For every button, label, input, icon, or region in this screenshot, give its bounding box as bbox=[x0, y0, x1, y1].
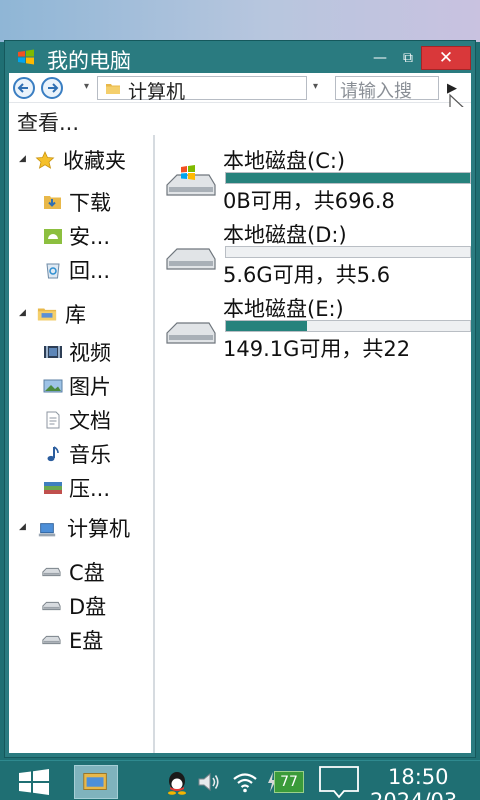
drive-icon bbox=[42, 567, 61, 577]
sidebar-item-recycle-bin[interactable]: 回... bbox=[9, 255, 153, 285]
sidebar-item-label: 回... bbox=[69, 259, 111, 283]
sidebar-item-favorites[interactable]: ◢ 收藏夹 bbox=[9, 145, 153, 175]
sidebar-item-label: 文档 bbox=[69, 409, 111, 433]
sidebar-item-drive-c[interactable]: C盘 bbox=[9, 557, 153, 587]
drive-icon bbox=[166, 248, 216, 270]
sidebar-item-documents[interactable]: 文档 bbox=[9, 405, 153, 435]
explorer-window: 我的电脑 — ⧉ ✕ ▾ 计算机 ▾ 请输入搜 ▶ 查看... ◢ 收藏夹 下载… bbox=[4, 40, 476, 758]
search-input[interactable]: 请输入搜 bbox=[335, 76, 439, 100]
sidebar-item-label: 视频 bbox=[69, 341, 111, 365]
toolbar: 查看... bbox=[9, 107, 471, 135]
drive-name: 本地磁盘(E:) bbox=[223, 297, 344, 321]
usage-bar bbox=[225, 172, 471, 184]
notification-icon[interactable] bbox=[318, 765, 360, 799]
document-icon bbox=[46, 411, 60, 429]
drive-icon bbox=[166, 322, 216, 344]
star-icon bbox=[35, 151, 55, 169]
sidebar-item-label: 收藏夹 bbox=[63, 149, 126, 173]
forward-arrow-icon bbox=[48, 83, 59, 93]
sidebar-item-library[interactable]: ◢ 库 bbox=[9, 299, 153, 329]
library-folder-icon bbox=[37, 308, 57, 321]
sidebar-item-label: 计算机 bbox=[67, 517, 130, 541]
sidebar-item-computer[interactable]: ◢ 计算机 bbox=[9, 513, 153, 549]
address-row: ▾ 计算机 ▾ 请输入搜 ▶ bbox=[9, 73, 471, 120]
windows-logo-icon bbox=[18, 49, 34, 65]
back-arrow-icon bbox=[17, 83, 28, 93]
window-title: 我的电脑 bbox=[47, 49, 131, 73]
search-placeholder: 请输入搜 bbox=[340, 81, 412, 100]
recycle-bin-icon bbox=[46, 263, 60, 279]
sidebar-item-android[interactable]: 安... bbox=[9, 221, 153, 251]
sidebar-item-drive-d[interactable]: D盘 bbox=[9, 591, 153, 621]
volume-icon[interactable] bbox=[196, 769, 222, 795]
computer-icon bbox=[38, 523, 56, 537]
expand-arrow-icon[interactable]: ◢ bbox=[19, 154, 26, 164]
drive-c[interactable]: 本地磁盘(C:) 0B可用，共696.8 bbox=[157, 145, 471, 219]
drive-icon bbox=[42, 601, 61, 611]
sidebar-item-pictures[interactable]: 图片 bbox=[9, 371, 153, 401]
usage-fill bbox=[226, 173, 470, 183]
usage-bar bbox=[225, 320, 471, 332]
video-icon bbox=[44, 346, 62, 358]
expand-arrow-icon[interactable]: ◢ bbox=[19, 308, 26, 318]
picture-icon bbox=[43, 379, 63, 393]
title-bar[interactable]: 我的电脑 — ⧉ ✕ bbox=[5, 41, 475, 73]
sidebar-item-label: 图片 bbox=[69, 375, 111, 399]
system-drive-icon bbox=[166, 165, 216, 196]
address-path: 计算机 bbox=[128, 81, 186, 103]
drive-name: 本地磁盘(C:) bbox=[223, 149, 346, 173]
sidebar-item-downloads[interactable]: 下载 bbox=[9, 187, 153, 217]
maximize-button[interactable]: ⧉ bbox=[395, 47, 421, 69]
drive-e[interactable]: 本地磁盘(E:) 149.1G可用，共22 bbox=[157, 293, 471, 367]
sidebar-item-label: 音乐 bbox=[69, 443, 111, 467]
explorer-icon bbox=[83, 773, 107, 790]
back-button[interactable] bbox=[13, 77, 35, 99]
clock-date[interactable]: 2024/03 bbox=[370, 791, 457, 800]
desktop-background bbox=[0, 0, 480, 42]
drive-list: 本地磁盘(C:) 0B可用，共696.8 本地磁盘(D:) 5.6G可用，共5.… bbox=[157, 135, 471, 753]
usage-bar bbox=[225, 246, 471, 258]
sidebar-item-label: D盘 bbox=[69, 595, 107, 619]
expand-arrow-icon[interactable]: ◢ bbox=[19, 522, 26, 532]
minimize-button[interactable]: — bbox=[369, 47, 391, 69]
taskbar: 77 18:50 2024/03 bbox=[0, 760, 480, 800]
sidebar-item-label: C盘 bbox=[69, 561, 105, 585]
address-dropdown-icon[interactable]: ▾ bbox=[313, 81, 318, 92]
sidebar-item-label: 安... bbox=[69, 225, 111, 249]
sidebar-item-videos[interactable]: 视频 bbox=[9, 337, 153, 367]
forward-button[interactable] bbox=[41, 77, 63, 99]
battery-indicator[interactable]: 77 bbox=[274, 771, 304, 793]
folder-icon bbox=[106, 84, 120, 94]
sidebar-item-label: E盘 bbox=[69, 629, 104, 653]
usage-fill bbox=[226, 321, 307, 331]
history-dropdown-icon[interactable]: ▾ bbox=[84, 81, 89, 92]
taskbar-explorer-button[interactable] bbox=[74, 765, 118, 799]
archive-icon bbox=[44, 482, 62, 494]
sidebar-item-label: 压... bbox=[69, 477, 111, 501]
wifi-icon[interactable] bbox=[232, 769, 258, 795]
qq-icon[interactable] bbox=[164, 769, 190, 795]
download-folder-icon bbox=[44, 196, 61, 209]
sidebar-item-archives[interactable]: 压... bbox=[9, 473, 153, 503]
android-icon bbox=[44, 229, 62, 244]
close-button[interactable]: ✕ bbox=[421, 46, 471, 70]
clock-time[interactable]: 18:50 bbox=[388, 765, 449, 789]
drive-name: 本地磁盘(D:) bbox=[223, 223, 347, 247]
drive-free-space: 0B可用，共696.8 bbox=[223, 189, 395, 213]
sidebar-item-label: 库 bbox=[65, 303, 86, 327]
window-content: ▾ 计算机 ▾ 请输入搜 ▶ 查看... ◢ 收藏夹 下载 安... 回... … bbox=[9, 73, 471, 753]
drive-icon bbox=[42, 635, 61, 645]
music-icon bbox=[47, 446, 59, 462]
drive-free-space: 149.1G可用，共22 bbox=[223, 337, 411, 361]
view-menu[interactable]: 查看... bbox=[17, 107, 79, 137]
drive-free-space: 5.6G可用，共5.6 bbox=[223, 263, 391, 287]
sidebar-item-drive-e[interactable]: E盘 bbox=[9, 625, 153, 655]
sidebar-item-label: 下载 bbox=[69, 191, 111, 215]
sidebar-item-music[interactable]: 音乐 bbox=[9, 439, 153, 469]
navigation-pane: ◢ 收藏夹 下载 安... 回... ◢ 库 视频 图片 文档 音乐 压... … bbox=[9, 135, 155, 753]
start-button[interactable] bbox=[18, 769, 50, 795]
drive-d[interactable]: 本地磁盘(D:) 5.6G可用，共5.6 bbox=[157, 219, 471, 293]
address-bar[interactable]: 计算机 bbox=[97, 76, 307, 103]
